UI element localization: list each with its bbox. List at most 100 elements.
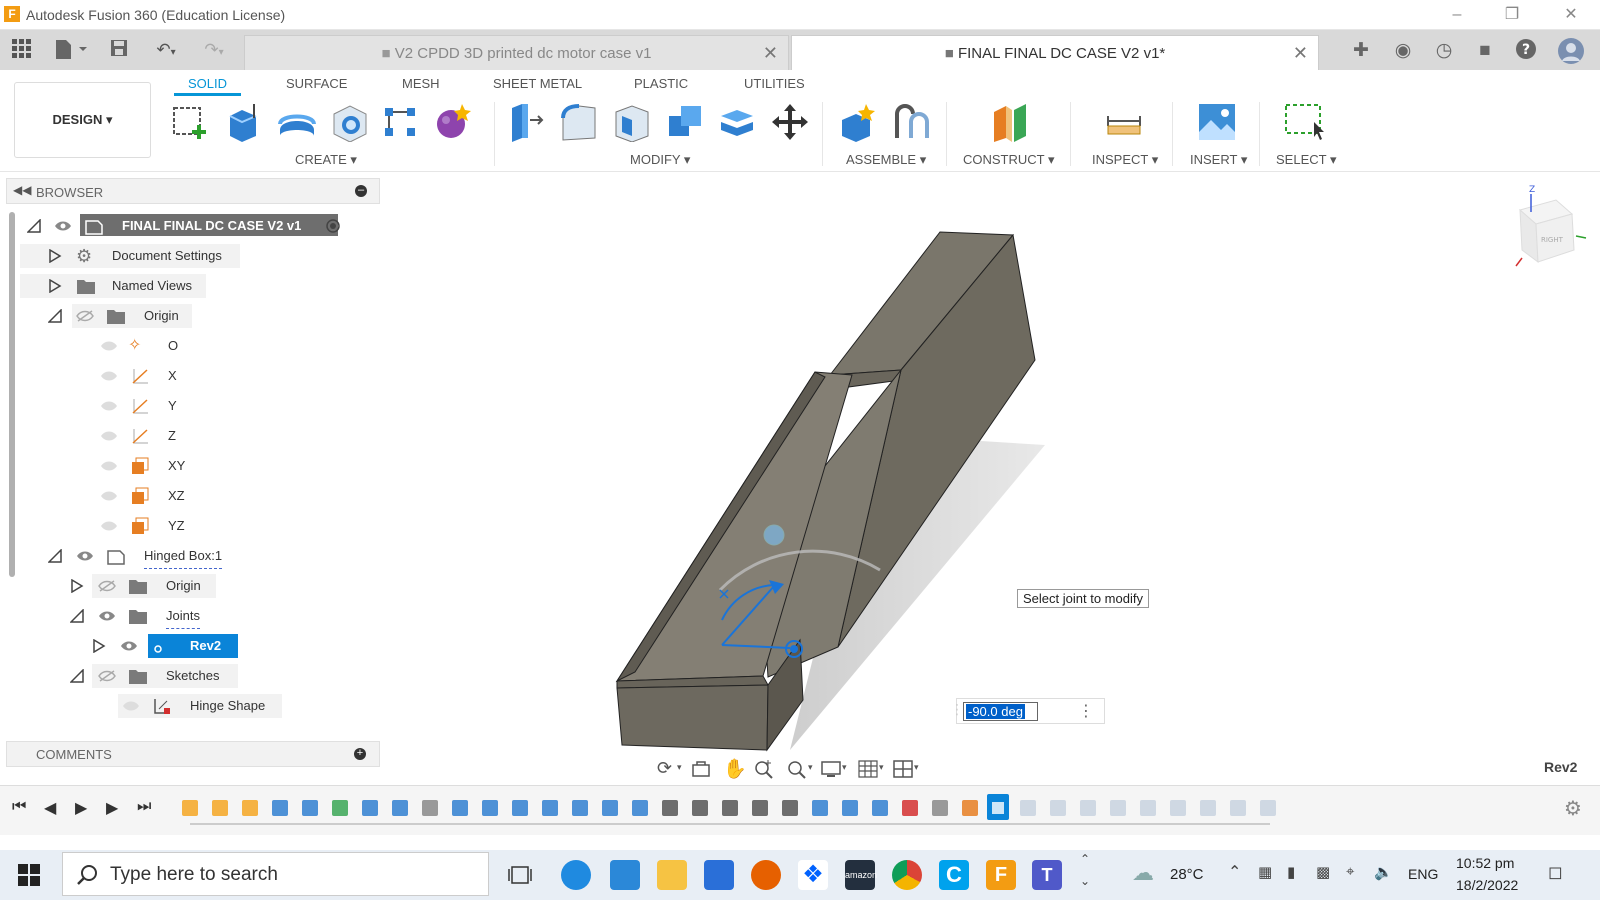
grid-icon[interactable] xyxy=(858,760,878,778)
visibility-eye-icon[interactable] xyxy=(100,460,118,472)
extrude-icon[interactable] xyxy=(224,102,264,142)
shell-icon[interactable] xyxy=(612,102,652,142)
microsoft-store-icon[interactable] xyxy=(704,860,734,890)
timeline-feature-icon[interactable] xyxy=(932,800,948,816)
tree-named-views[interactable]: Named Views xyxy=(20,274,206,298)
model-canvas[interactable]: Z RIGHT xyxy=(380,172,1600,780)
task-view-icon[interactable] xyxy=(508,864,532,886)
minimize-browser-icon[interactable]: – xyxy=(355,185,367,197)
timeline-feature-icon[interactable] xyxy=(242,800,258,816)
measure-icon[interactable] xyxy=(1104,102,1144,142)
collapse-triangle-icon[interactable] xyxy=(48,549,62,563)
viewports-icon[interactable] xyxy=(893,760,913,778)
chevron-down-icon[interactable]: ▾ xyxy=(879,762,884,773)
timeline-feature-icon[interactable] xyxy=(962,800,978,816)
insert-image-icon[interactable] xyxy=(1197,102,1237,142)
job-status-icon[interactable]: ◷ xyxy=(1431,38,1457,64)
timeline-feature-icon[interactable] xyxy=(632,800,648,816)
input-language[interactable]: ENG xyxy=(1408,866,1438,882)
chevron-up-icon[interactable]: ⌃ xyxy=(1080,852,1090,866)
tree-plane-xz[interactable]: XZ xyxy=(96,484,196,508)
offset-face-icon[interactable] xyxy=(717,102,757,142)
tree-joints[interactable]: Joints xyxy=(66,604,216,629)
expand-triangle-icon[interactable] xyxy=(48,279,62,293)
taskbar-search[interactable]: Type here to search xyxy=(62,852,489,896)
clock-date[interactable]: 18/2/2022 xyxy=(1456,877,1518,893)
select-menu[interactable]: SELECT ▾ xyxy=(1276,152,1336,168)
expand-triangle-icon[interactable] xyxy=(92,639,106,653)
offset-plane-icon[interactable] xyxy=(990,102,1030,142)
timeline-feature-icon[interactable] xyxy=(332,800,348,816)
visibility-eye-icon[interactable] xyxy=(98,610,116,622)
timeline-suppressed-feature-icon[interactable] xyxy=(1170,800,1186,816)
file-menu-icon[interactable] xyxy=(52,38,88,62)
timeline-suppressed-feature-icon[interactable] xyxy=(1050,800,1066,816)
minimize-button[interactable]: – xyxy=(1442,4,1472,26)
timeline-suppressed-feature-icon[interactable] xyxy=(1230,800,1246,816)
chevron-down-icon[interactable]: ▾ xyxy=(808,762,813,773)
collapse-triangle-icon[interactable] xyxy=(70,669,84,683)
fillet-icon[interactable] xyxy=(559,102,599,142)
activate-radio-icon[interactable] xyxy=(326,219,340,233)
chevron-down-icon[interactable]: ▾ xyxy=(677,762,682,773)
dropbox-icon[interactable]: ❖ xyxy=(798,860,828,890)
timeline-feature-icon[interactable] xyxy=(272,800,288,816)
tree-origin[interactable]: Origin xyxy=(20,304,192,328)
timeline-feature-icon[interactable] xyxy=(902,800,918,816)
modify-menu[interactable]: MODIFY ▾ xyxy=(630,152,690,168)
tree-plane-xy[interactable]: XY xyxy=(96,454,196,478)
tab-mesh[interactable]: MESH xyxy=(402,76,440,91)
press-pull-icon[interactable] xyxy=(506,102,546,142)
restore-button[interactable]: ❐ xyxy=(1497,4,1527,26)
help-icon[interactable]: ? xyxy=(1513,38,1539,64)
angle-input-box[interactable]: ⋮ -90.0 deg ⋮ xyxy=(950,698,1105,724)
tab-solid[interactable]: SOLID xyxy=(173,76,242,96)
create-form-icon[interactable] xyxy=(432,102,472,142)
mail-icon[interactable] xyxy=(610,860,640,890)
collapse-triangle-icon[interactable] xyxy=(70,609,84,623)
3d-viewport[interactable]: Z RIGHT xyxy=(380,172,1600,780)
extensions-icon[interactable]: ◉ xyxy=(1390,38,1416,64)
c-app-icon[interactable]: C xyxy=(939,860,969,890)
file-explorer-icon[interactable] xyxy=(657,860,687,890)
tree-plane-yz[interactable]: YZ xyxy=(96,514,196,538)
timeline-feature-icon[interactable] xyxy=(662,800,678,816)
hidden-eye-icon[interactable] xyxy=(98,580,116,592)
browser-scrollbar[interactable] xyxy=(9,212,15,577)
angle-value[interactable]: -90.0 deg xyxy=(966,704,1025,719)
visibility-eye-icon[interactable] xyxy=(100,490,118,502)
notifications-center-icon[interactable]: ◻ xyxy=(1548,862,1563,883)
timeline-back-icon[interactable]: ◀ xyxy=(44,798,56,818)
look-at-icon[interactable] xyxy=(691,760,711,778)
timeline-feature-icon[interactable] xyxy=(362,800,378,816)
visibility-eye-icon[interactable] xyxy=(120,640,138,652)
tree-rev2-joint[interactable]: Rev2 xyxy=(88,634,238,658)
create-menu[interactable]: CREATE ▾ xyxy=(295,152,357,168)
timeline-suppressed-feature-icon[interactable] xyxy=(1140,800,1156,816)
timeline-suppressed-feature-icon[interactable] xyxy=(1200,800,1216,816)
tab-surface[interactable]: SURFACE xyxy=(286,76,347,91)
collapse-triangle-icon[interactable] xyxy=(48,309,62,323)
timeline-feature-icon[interactable] xyxy=(872,800,888,816)
tree-document-settings[interactable]: ⚙ Document Settings xyxy=(20,244,240,268)
comments-panel[interactable]: COMMENTS + xyxy=(6,741,380,767)
visibility-eye-icon[interactable] xyxy=(100,340,118,352)
timeline-play-icon[interactable]: ▶ xyxy=(75,798,87,818)
meet-now-icon[interactable]: ▦ xyxy=(1258,863,1272,881)
weather-temperature[interactable]: 28°C xyxy=(1170,866,1204,883)
timeline-feature-icon[interactable] xyxy=(692,800,708,816)
save-icon[interactable] xyxy=(108,38,130,62)
redo-icon[interactable]: ↷▾ xyxy=(194,38,234,62)
timeline-suppressed-feature-icon[interactable] xyxy=(1110,800,1126,816)
tree-root[interactable]: FINAL FINAL DC CASE V2 v1 xyxy=(20,214,350,238)
timeline-feature-icon[interactable] xyxy=(752,800,768,816)
edge-icon[interactable] xyxy=(561,860,591,890)
collapse-panel-icon[interactable]: ◀◀ xyxy=(13,183,31,197)
timeline-feature-icon[interactable] xyxy=(452,800,468,816)
expand-triangle-icon[interactable] xyxy=(70,579,84,593)
teams-icon[interactable]: T xyxy=(1032,860,1062,890)
new-tab-icon[interactable]: ✚ xyxy=(1348,38,1374,64)
timeline-feature-icon[interactable] xyxy=(212,800,228,816)
timeline-features[interactable] xyxy=(180,792,1280,830)
orbit-icon[interactable]: ⟳ xyxy=(657,758,672,779)
